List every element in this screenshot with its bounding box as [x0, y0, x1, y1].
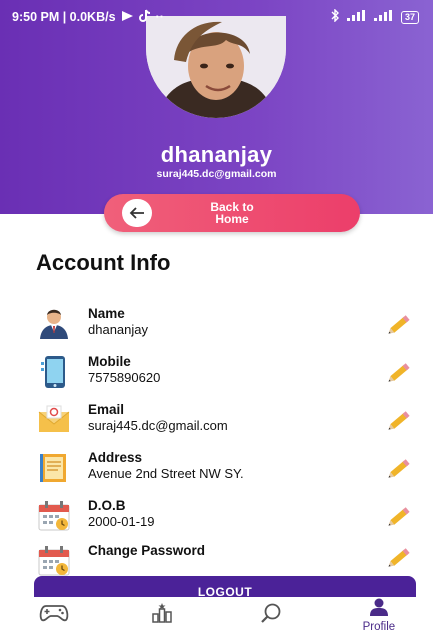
row-label: Email [88, 402, 125, 417]
row-label: Mobile [88, 354, 131, 369]
back-to-home-button[interactable]: Back to Home [104, 194, 360, 232]
pencil-icon[interactable] [386, 502, 414, 530]
person-icon [36, 306, 72, 342]
back-label-line2: Home [215, 212, 249, 226]
tiktok-icon [138, 9, 151, 25]
signal-icon-2 [373, 10, 394, 24]
status-bar: 9:50 PM | 0.0KB/s ·· 37 [0, 0, 433, 34]
pencil-icon[interactable] [386, 406, 414, 434]
calendar-icon [36, 543, 72, 579]
info-row-address: Address Avenue 2nd Street NW SY. [36, 450, 416, 490]
person-icon [368, 598, 390, 621]
row-label: Change Password [88, 543, 206, 558]
arrow-left-icon [122, 199, 152, 227]
gamepad-icon [39, 603, 69, 628]
row-label: Address [88, 450, 143, 465]
battery-icon: 37 [400, 10, 419, 24]
row-text: Email suraj445.dc@gmail.com [88, 402, 228, 434]
row-text: Change Password [88, 543, 205, 559]
play-icon [121, 10, 134, 25]
envelope-icon [36, 402, 72, 438]
pencil-icon[interactable] [386, 454, 414, 482]
nav-games[interactable] [0, 597, 108, 633]
info-row-email: Email suraj445.dc@gmail.com [36, 402, 416, 442]
bluetooth-icon [331, 8, 340, 25]
info-row-name: Name dhananjay [36, 306, 416, 346]
trophy-icon [150, 601, 174, 630]
nav-profile-label: Profile [362, 620, 396, 633]
status-time: 9:50 PM | 0.0KB/s [12, 10, 116, 24]
calendar-icon [36, 498, 72, 534]
row-value: dhananjay [88, 322, 148, 337]
nav-profile[interactable]: Profile [325, 597, 433, 633]
row-value: 7575890620 [88, 370, 161, 385]
profile-email: suraj445.dc@gmail.com [156, 168, 277, 180]
info-row-mobile: Mobile 7575890620 [36, 354, 416, 394]
search-icon [260, 602, 282, 629]
row-value: 2000-01-19 [88, 514, 155, 529]
profile-name: dhananjay [160, 142, 273, 167]
section-title: Account Info [36, 250, 171, 275]
status-left: 9:50 PM | 0.0KB/s ·· [12, 9, 164, 25]
status-right: 37 [331, 8, 419, 25]
back-to-home-label: Back to Home [182, 201, 282, 225]
pencil-icon[interactable] [386, 310, 414, 338]
bottom-nav: Profile [0, 597, 433, 633]
info-row-dob: D.O.B 2000-01-19 [36, 498, 416, 538]
notebook-icon [36, 450, 72, 486]
nav-leaderboard[interactable] [108, 597, 216, 633]
nav-search[interactable] [217, 597, 325, 633]
row-label: Name [88, 306, 125, 321]
row-text: Mobile 7575890620 [88, 354, 160, 386]
row-text: D.O.B 2000-01-19 [88, 498, 155, 530]
status-more: ·· [155, 10, 164, 24]
phone-icon [36, 354, 72, 390]
row-text: Address Avenue 2nd Street NW SY. [88, 450, 244, 482]
row-label: D.O.B [88, 498, 126, 513]
pencil-icon[interactable] [386, 358, 414, 386]
signal-icon [346, 10, 367, 24]
row-value: Avenue 2nd Street NW SY. [88, 466, 244, 481]
row-text: Name dhananjay [88, 306, 148, 338]
pencil-icon[interactable] [386, 543, 414, 571]
row-value: suraj445.dc@gmail.com [88, 418, 228, 433]
